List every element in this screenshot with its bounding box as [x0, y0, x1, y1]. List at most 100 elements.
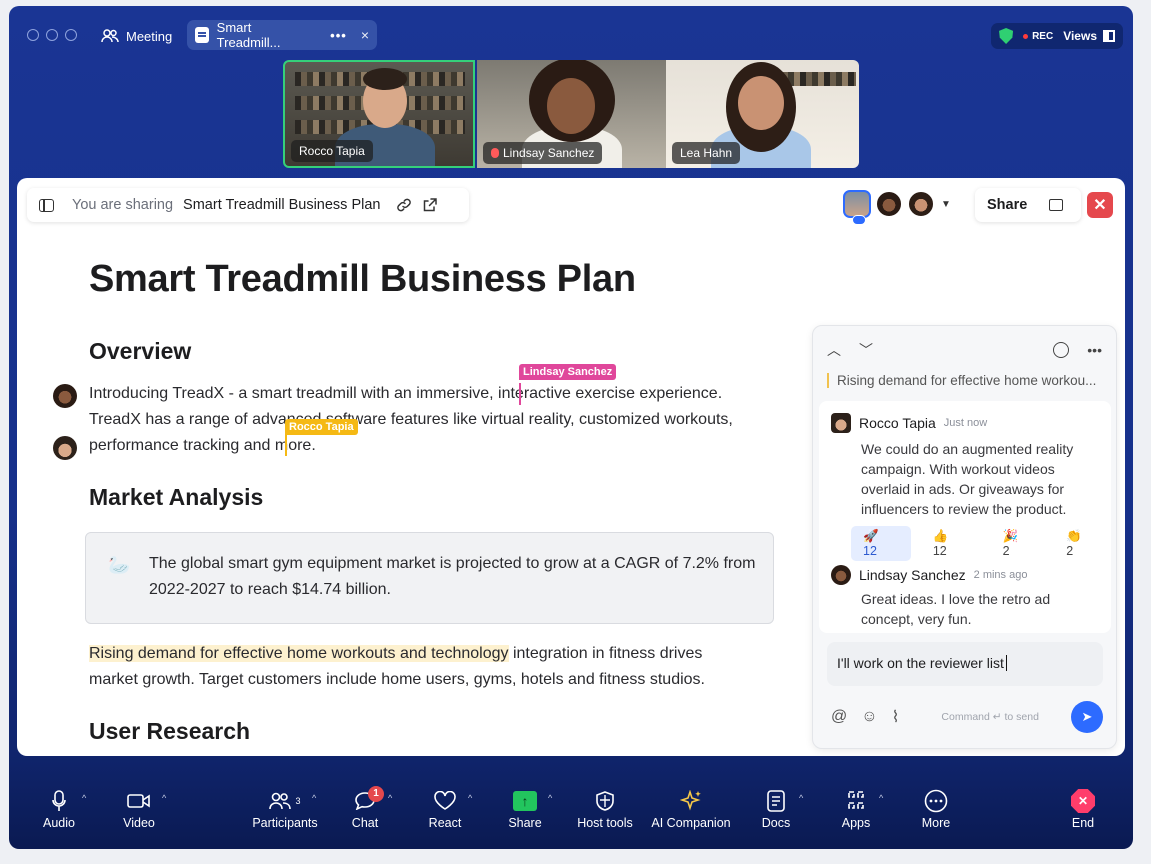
video-button[interactable]: ^ Video	[94, 786, 184, 830]
caret-up-icon[interactable]: ^	[82, 793, 86, 803]
caret-up-icon[interactable]: ^	[799, 793, 803, 803]
market-paragraph: Rising demand for effective home workout…	[89, 641, 705, 693]
docs-label: Docs	[761, 816, 791, 830]
comment-icon[interactable]	[1049, 199, 1064, 211]
callout-block: 🦢 The global smart gym equipment market …	[85, 532, 774, 624]
resolve-check-icon[interactable]	[1053, 342, 1070, 358]
share-button[interactable]: Share	[975, 188, 1081, 222]
paragraph-line: TreadX has a range of advanced software …	[89, 411, 733, 428]
tab-meeting[interactable]: Meeting	[101, 24, 172, 48]
end-meeting-button[interactable]: ✕ End	[1038, 786, 1128, 830]
hint-command: Command	[941, 711, 990, 723]
video-tile-lea[interactable]: Lea Hahn	[666, 60, 859, 168]
highlighted-text[interactable]: Rising demand for effective home workout…	[89, 645, 509, 662]
emoji-icon[interactable]: ☺	[861, 708, 877, 726]
comment-time: 2 mins ago	[973, 569, 1028, 581]
chevron-down-icon[interactable]: ▼	[941, 199, 951, 210]
sharing-bar: You are sharing Smart Treadmill Business…	[27, 188, 469, 222]
reaction-count: 2	[1002, 544, 1010, 558]
chevron-down-icon[interactable]: ﹀	[859, 340, 873, 360]
participants-count: 3	[295, 796, 301, 806]
heading-overview: Overview	[89, 338, 192, 364]
react-button[interactable]: ^ React	[400, 786, 490, 830]
rec-label: REC	[1032, 30, 1054, 42]
tab-close-icon[interactable]: ×	[361, 27, 369, 43]
open-external-icon[interactable]	[422, 197, 438, 213]
page-title: Smart Treadmill Business Plan	[89, 258, 636, 300]
encryption-shield-icon[interactable]	[999, 28, 1014, 44]
views-layout-icon	[1103, 30, 1115, 42]
participant-name: Lea Hahn	[680, 146, 733, 160]
chat-button[interactable]: 1 ^ Chat	[320, 786, 410, 830]
ai-companion-button[interactable]: AI Companion	[645, 786, 737, 830]
meeting-toolbar: ^ Audio ^ Video 3 ^ Participants 1 ^ Chat …	[9, 776, 1133, 846]
docs-button[interactable]: ^ Docs	[731, 786, 821, 830]
reaction-count: 12	[863, 544, 877, 558]
status-bar: REC Views	[991, 23, 1123, 49]
more-button[interactable]: More	[891, 786, 981, 830]
caret-up-icon[interactable]: ^	[388, 793, 392, 803]
participant-name: Rocco Tapia	[299, 144, 365, 158]
video-tile-lindsay[interactable]: Lindsay Sanchez	[477, 60, 666, 168]
chat-icon: 1 ^	[320, 786, 410, 816]
reaction-rocket[interactable]: 🚀12	[851, 526, 911, 561]
share-button-label: Share	[987, 197, 1028, 213]
recording-badge[interactable]: REC	[1023, 31, 1053, 42]
tab-more-icon[interactable]: •••	[330, 28, 347, 43]
caret-up-icon[interactable]: ^	[879, 793, 883, 803]
share-label: Share	[508, 816, 542, 830]
ai-companion-label: AI Companion	[651, 816, 731, 830]
collaborator-cursor	[519, 383, 521, 405]
collaborator-cursor	[285, 434, 287, 456]
caret-up-icon[interactable]: ^	[468, 793, 472, 803]
avatar[interactable]	[843, 190, 871, 225]
microphone-icon: ^	[14, 786, 104, 816]
avatar	[831, 413, 851, 433]
reply-input[interactable]: I'll work on the reviewer list	[827, 642, 1103, 686]
link-icon[interactable]	[396, 197, 412, 213]
tab-document[interactable]: Smart Treadmill... ••• ×	[187, 20, 377, 50]
end-label: End	[1071, 816, 1095, 830]
more-icon[interactable]: •••	[1087, 342, 1102, 358]
tab-meeting-label: Meeting	[126, 28, 173, 44]
record-dot-icon	[1023, 33, 1029, 39]
views-button[interactable]: Views	[1063, 29, 1115, 43]
caret-up-icon[interactable]: ^	[312, 793, 316, 803]
mention-icon[interactable]: @	[831, 708, 847, 726]
paragraph-line: performance tracking and more.	[89, 437, 316, 454]
caret-up-icon[interactable]: ^	[548, 793, 552, 803]
chevron-up-icon[interactable]: ︿	[827, 340, 841, 360]
paragraph-line: market growth. Target customers include …	[89, 671, 705, 688]
close-window-button[interactable]	[27, 29, 39, 41]
reaction-thumbs-up[interactable]: 👍12	[921, 526, 981, 561]
comment-panel-toolbar: ︿ ﹀ •••	[827, 340, 1102, 360]
audio-button[interactable]: ^ Audio	[14, 786, 104, 830]
attachment-icon[interactable]: ⌇	[892, 707, 900, 727]
host-tools-button[interactable]: Host tools	[560, 786, 650, 830]
text-caret	[1005, 655, 1007, 671]
reaction-clap[interactable]: 👏 2	[1054, 526, 1111, 561]
chat-label: Chat	[351, 816, 379, 830]
avatar[interactable]	[875, 190, 903, 218]
apps-button[interactable]: ^ Apps	[811, 786, 901, 830]
participants-icon: 3 ^	[240, 786, 330, 816]
maximize-window-button[interactable]	[65, 29, 77, 41]
stop-sharing-close-button[interactable]: ✕	[1087, 192, 1113, 218]
caret-up-icon[interactable]: ^	[162, 793, 166, 803]
participants-button[interactable]: 3 ^ Participants	[240, 786, 330, 830]
sidebar-toggle-icon[interactable]	[39, 198, 54, 212]
comment-panel: ︿ ﹀ ••• Rising demand for effective home…	[812, 325, 1117, 749]
share-screen-icon-wrap: ↑ ^	[480, 786, 570, 816]
reaction-party[interactable]: 🎉2	[991, 526, 1045, 561]
person-head	[738, 76, 784, 130]
collaborator-avatars[interactable]: ▼	[843, 190, 951, 225]
share-screen-button[interactable]: ↑ ^ Share	[480, 786, 570, 830]
avatar[interactable]	[907, 190, 935, 218]
avatar[interactable]	[53, 384, 77, 408]
swan-icon: 🦢	[108, 555, 131, 575]
minimize-window-button[interactable]	[46, 29, 58, 41]
reaction-count: 12	[932, 544, 947, 558]
video-tile-rocco[interactable]: Rocco Tapia	[283, 60, 475, 168]
avatar[interactable]	[53, 436, 77, 460]
send-button[interactable]: ➤	[1071, 701, 1103, 733]
